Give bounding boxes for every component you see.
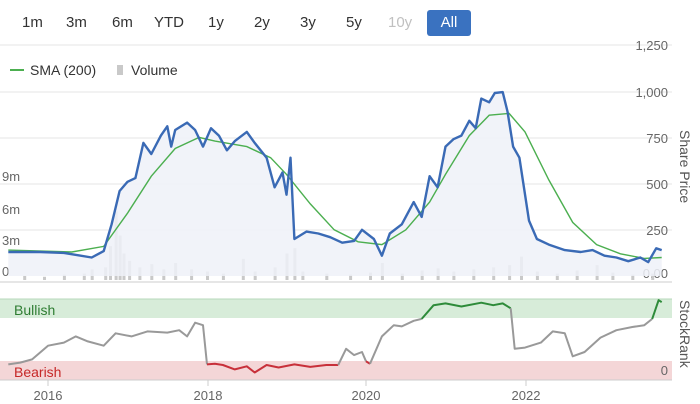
stock-chart[interactable]: SMA (200) Volume 1,250 1,000 750 500 250…: [0, 0, 700, 404]
bearish-label: Bearish: [14, 364, 61, 380]
sma-line: [8, 112, 662, 260]
volume-tick-0: 0: [2, 264, 9, 279]
volume-legend-label[interactable]: Volume: [131, 62, 178, 78]
bullish-label: Bullish: [14, 302, 55, 318]
stockrank-tick-0: 0: [661, 363, 668, 378]
volume-tick-9m: 9m: [2, 169, 20, 184]
stockrank-segment-neutral: [8, 321, 208, 366]
bearish-band: [0, 361, 672, 380]
stockrank-segment-neutral: [369, 317, 422, 365]
x-tick-2020: 2020: [352, 388, 381, 403]
stockrank-axis-title: StockRank: [677, 300, 693, 369]
price-axis-title: Share Price: [677, 130, 693, 203]
legend: SMA (200) Volume: [10, 62, 178, 78]
x-tick-2016: 2016: [34, 388, 63, 403]
price-tick-1250: 1,250: [635, 38, 668, 53]
sma-legend-label[interactable]: SMA (200): [30, 62, 96, 78]
price-gridlines: [0, 44, 672, 231]
volume-legend-swatch: [117, 65, 123, 75]
price-tick-250: 250: [646, 223, 668, 238]
price-tick-750: 750: [646, 131, 668, 146]
price-tick-1000: 1,000: [635, 85, 668, 100]
x-axis: 2016 2018 2020 2022: [34, 380, 541, 403]
price-line: [8, 90, 663, 264]
x-tick-2018: 2018: [194, 388, 223, 403]
bullish-band: [0, 299, 672, 318]
price-tick-500: 500: [646, 177, 668, 192]
x-tick-2022: 2022: [512, 388, 541, 403]
volume-bar: [23, 275, 27, 280]
price-axis: 1,250 1,000 750 500 250 0.00: [635, 38, 668, 281]
volume-tick-3m: 3m: [2, 233, 20, 248]
volume-bar: [43, 276, 46, 280]
volume-tick-6m: 6m: [2, 202, 20, 217]
